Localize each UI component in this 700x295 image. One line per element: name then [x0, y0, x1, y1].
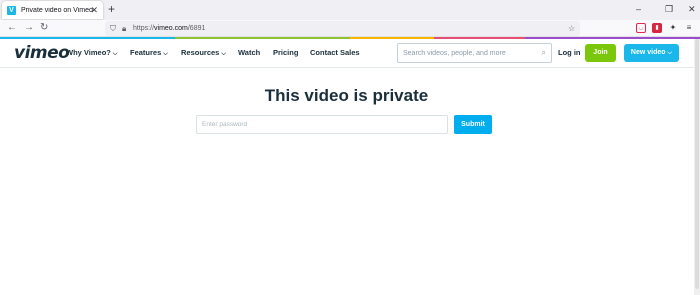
- search-icon[interactable]: ⌕: [542, 48, 546, 58]
- minimize-icon[interactable]: –: [636, 4, 641, 14]
- submit-button[interactable]: Submit: [454, 115, 492, 134]
- page-scrollbar[interactable]: [694, 39, 700, 295]
- back-icon[interactable]: ←: [7, 22, 17, 34]
- menu-hamburger-icon[interactable]: ≡: [684, 23, 694, 33]
- tab-bar: V Private video on Vimeo ✕ + – ❐ ✕: [0, 0, 700, 20]
- browser-window: V Private video on Vimeo ✕ + – ❐ ✕ ← → ↻…: [0, 0, 700, 295]
- vimeo-header: vimeo Why Vimeo? ⌵ Features ⌵ Resources ⌵ W…: [0, 39, 700, 68]
- extensions-puzzle-icon[interactable]: ✦: [668, 23, 678, 33]
- nav-features[interactable]: Features ⌵: [130, 48, 168, 59]
- login-link[interactable]: Log in: [558, 48, 581, 58]
- url-bar[interactable]: ⛉ 🔒︎ https://vimeo.com/6891 ☆: [105, 21, 580, 36]
- vimeo-favicon-icon: V: [7, 5, 16, 15]
- tab-title: Private video on Vimeo: [21, 6, 93, 14]
- chevron-down-icon: ⌵: [221, 51, 226, 57]
- close-tab-icon[interactable]: ✕: [90, 4, 98, 16]
- search-input[interactable]: Search videos, people, and more ⌕: [397, 43, 552, 63]
- navigation-bar: ← → ↻ ⛉ 🔒︎ https://vimeo.com/6891 ☆ ◡ ▮ …: [0, 20, 700, 37]
- url-text[interactable]: https://vimeo.com/6891: [133, 24, 205, 33]
- vimeo-logo[interactable]: vimeo: [14, 43, 70, 63]
- scrollbar-thumb[interactable]: [695, 39, 699, 289]
- nav-resources[interactable]: Resources ⌵: [181, 48, 226, 59]
- password-field[interactable]: [196, 115, 448, 134]
- reload-icon[interactable]: ↻: [40, 22, 48, 34]
- nav-why-vimeo[interactable]: Why Vimeo? ⌵: [66, 48, 117, 59]
- restore-icon[interactable]: ❐: [665, 4, 673, 14]
- nav-pricing[interactable]: Pricing: [273, 48, 298, 58]
- new-video-button[interactable]: New video ⌵: [624, 44, 679, 62]
- new-tab-icon[interactable]: +: [108, 2, 115, 17]
- tab-private-video[interactable]: V Private video on Vimeo ✕: [2, 1, 103, 19]
- nav-watch[interactable]: Watch: [238, 48, 260, 58]
- shield-icon[interactable]: ⛉: [110, 23, 116, 34]
- chevron-down-icon: ⌵: [112, 51, 118, 57]
- chevron-down-icon: ⌵: [163, 51, 168, 57]
- lock-icon[interactable]: 🔒︎: [122, 23, 126, 34]
- join-button[interactable]: Join: [585, 44, 616, 62]
- extension-red-icon[interactable]: ▮: [652, 23, 662, 33]
- nav-contact-sales[interactable]: Contact Sales: [310, 48, 360, 58]
- forward-icon[interactable]: →: [24, 22, 34, 34]
- bookmark-star-icon[interactable]: ☆: [568, 23, 575, 34]
- page-title: This video is private: [264, 86, 429, 105]
- chevron-down-icon: ⌵: [667, 50, 673, 56]
- search-placeholder: Search videos, people, and more: [403, 50, 506, 57]
- pocket-icon[interactable]: ◡: [636, 23, 646, 33]
- close-window-icon[interactable]: ✕: [688, 4, 696, 14]
